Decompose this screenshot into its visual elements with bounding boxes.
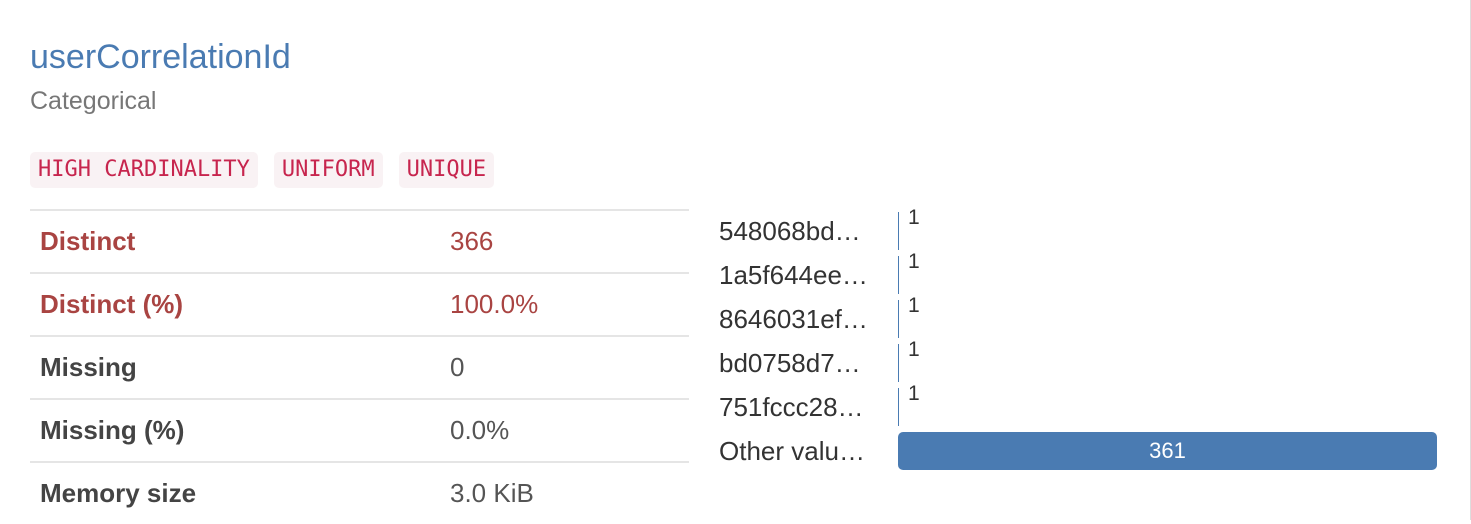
frequency-count: 1 (908, 250, 920, 273)
stat-value: 100.0% (440, 272, 689, 336)
frequency-bar-area: 1 (898, 206, 1437, 250)
frequency-bar-area: 1 (898, 338, 1437, 382)
frequency-count: 1 (908, 382, 920, 405)
stat-value: 0 (440, 335, 689, 399)
frequency-bar (898, 256, 899, 294)
frequency-row: 8646031ef… 1 (719, 294, 1439, 340)
stats-row-missing-percent: Missing (%) 0.0% (30, 398, 689, 462)
stats-row-memory-size: Memory size 3.0 KiB (30, 461, 689, 524)
badge-uniform[interactable]: UNIFORM (273, 152, 383, 188)
stats-row-missing: Missing 0 (30, 335, 689, 399)
variable-type: Categorical (30, 87, 157, 115)
frequency-count: 1 (908, 294, 920, 317)
stat-label: Distinct (30, 209, 440, 273)
frequency-bar-area: 1 (898, 250, 1437, 294)
frequency-count: 1 (908, 338, 920, 361)
frequency-label: 8646031ef… (719, 304, 868, 334)
frequency-bar (898, 212, 899, 250)
frequency-count: 1 (908, 206, 920, 229)
frequency-count: 361 (1149, 438, 1186, 463)
frequency-row-other: Other valu… 361 (719, 428, 1439, 472)
frequency-label: 751fccc28… (719, 392, 864, 422)
frequency-label: Other valu… (719, 436, 865, 466)
frequency-label: bd0758d7… (719, 348, 861, 378)
stats-row-distinct: Distinct 366 (30, 209, 689, 273)
frequency-bar-area: 361 (898, 432, 1437, 470)
frequency-bar (898, 388, 899, 426)
badge-unique[interactable]: UNIQUE (398, 152, 495, 188)
frequency-row: 751fccc28… 1 (719, 382, 1439, 428)
stat-value: 0.0% (440, 398, 689, 462)
frequency-label: 1a5f644ee… (719, 260, 868, 290)
frequency-bar: 361 (898, 432, 1437, 470)
stats-row-distinct-percent: Distinct (%) 100.0% (30, 272, 689, 336)
frequency-row: 1a5f644ee… 1 (719, 250, 1439, 296)
stats-table: Distinct 366 Distinct (%) 100.0% Missing… (30, 209, 689, 524)
variable-panel: userCorrelationId Categorical HIGH CARDI… (0, 0, 1471, 524)
badge-high-cardinality[interactable]: HIGH CARDINALITY (30, 152, 258, 188)
alert-badges: HIGH CARDINALITY UNIFORM UNIQUE (30, 152, 495, 188)
frequency-bar (898, 300, 899, 338)
frequency-bar-area: 1 (898, 294, 1437, 338)
stat-label: Missing (30, 335, 440, 399)
frequency-row: bd0758d7… 1 (719, 338, 1439, 384)
frequency-mini-table: 548068bd… 1 1a5f644ee… 1 8646031ef… 1 bd… (719, 206, 1439, 472)
stat-value: 3.0 KiB (440, 461, 689, 524)
variable-name-link[interactable]: userCorrelationId (30, 36, 291, 78)
stat-label: Distinct (%) (30, 272, 440, 336)
frequency-label: 548068bd… (719, 216, 861, 246)
stat-label: Missing (%) (30, 398, 440, 462)
frequency-bar-area: 1 (898, 382, 1437, 426)
stat-value: 366 (440, 209, 689, 273)
stat-label: Memory size (30, 461, 440, 524)
frequency-row: 548068bd… 1 (719, 206, 1439, 252)
frequency-bar (898, 344, 899, 382)
